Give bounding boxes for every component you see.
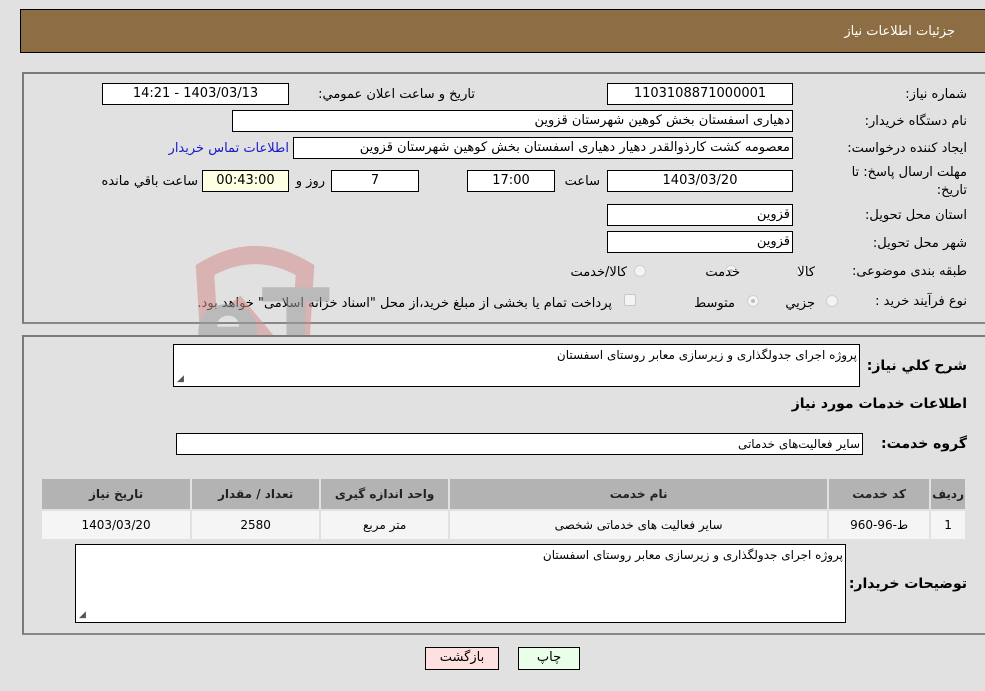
cell-quantity: 2580 [190, 509, 322, 541]
description-text: پروژه اجرای جدولگذاری و زیرسازی معابر رو… [556, 348, 857, 362]
city-label: شهر محل تحويل: [872, 236, 967, 251]
deadline-label: مهلت ارسال پاسخ: تا تاريخ: [851, 165, 967, 198]
days-label: روز و [295, 174, 325, 189]
cell-unit: متر مربع [319, 509, 451, 541]
description-textarea[interactable]: پروژه اجرای جدولگذاری و زیرسازی معابر رو… [173, 344, 860, 387]
province-label: استان محل تحويل: [865, 208, 967, 223]
resize-grip-icon[interactable]: ◢ [177, 374, 184, 384]
table-row: 1 ط-96-960 ساير فعاليت هاى خدماتى شخصى م… [39, 509, 967, 541]
print-button[interactable]: چاپ [518, 647, 580, 670]
treasury-checkbox[interactable] [624, 294, 636, 306]
buyer-notes-text: پروژه اجرای جدولگذاری و زیرسازی معابر رو… [542, 548, 843, 562]
buyer-notes-label: توضيحات خريدار: [848, 576, 967, 592]
purchase-type-label: نوع فرآيند خريد : [875, 294, 967, 309]
category-option-goods-service: کالا/خدمت [570, 265, 627, 280]
remaining-days-field[interactable]: 7 [331, 170, 419, 192]
services-section-title: اطلاعات خدمات مورد نياز [791, 396, 967, 412]
col-need-date: تاريخ نياز [39, 477, 193, 511]
page-header: جزئيات اطلاعات نياز [20, 9, 985, 53]
need-number-label: شماره نياز: [905, 87, 967, 102]
page-title: جزئيات اطلاعات نياز [844, 24, 955, 39]
deadline-time-field[interactable]: 17:00 [467, 170, 555, 192]
col-quantity: تعداد / مقدار [190, 477, 322, 511]
col-unit: واحد اندازه گيری [319, 477, 451, 511]
purchase-radio-minor[interactable] [826, 295, 838, 307]
buyer-org-field[interactable]: دهیاری اسفستان بخش کوهین شهرستان قزوین [232, 110, 793, 132]
cell-service-code: ط-96-960 [827, 509, 932, 541]
treasury-note: پرداخت تمام يا بخشی از مبلغ خريد،از محل … [197, 296, 612, 311]
deadline-time-label: ساعت [564, 174, 600, 189]
remaining-time-label: ساعت باقي مانده [101, 174, 198, 189]
back-button[interactable]: بازگشت [425, 647, 499, 670]
requester-field[interactable]: معصومه کشت کارذوالقدر دهیار دهیاری اسفست… [293, 137, 793, 159]
category-option-service: خدمت [705, 265, 740, 280]
need-number-field[interactable]: 1103108871000001 [607, 83, 793, 105]
city-field[interactable]: قزوين [607, 231, 793, 253]
services-table-header: رديف کد خدمت نام خدمت واحد اندازه گيری ت… [39, 477, 967, 511]
col-row-number: رديف [929, 477, 967, 511]
category-radio-goods-service[interactable] [634, 265, 646, 277]
announce-datetime-label: تاريخ و ساعت اعلان عمومي: [318, 87, 475, 102]
purchase-option-minor: جزيي [785, 296, 815, 311]
resize-grip-icon[interactable]: ◢ [79, 610, 86, 620]
remaining-time-field[interactable]: 00:43:00 [202, 170, 289, 192]
cell-row-number: 1 [929, 509, 967, 541]
category-option-goods: کالا [797, 265, 815, 280]
service-group-label: گروه خدمت: [881, 436, 967, 452]
buyer-org-label: نام دستگاه خريدار: [864, 114, 967, 129]
purchase-option-medium: متوسط [694, 296, 735, 311]
category-label: طبقه بندی موضوعی: [851, 264, 967, 279]
requester-label: ايجاد كننده درخواست: [847, 141, 967, 156]
purchase-radio-medium[interactable] [747, 295, 759, 307]
service-group-field[interactable]: ساير فعاليت‌هاى خدماتى [176, 433, 863, 455]
announce-datetime-field[interactable]: 1403/03/13 - 14:21 [102, 83, 289, 105]
col-service-name: نام خدمت [448, 477, 830, 511]
cell-need-date: 1403/03/20 [39, 509, 193, 541]
description-label: شرح کلي نياز: [866, 358, 967, 374]
deadline-date-field[interactable]: 1403/03/20 [607, 170, 793, 192]
province-field[interactable]: قزوين [607, 204, 793, 226]
buyer-notes-textarea[interactable]: پروژه اجرای جدولگذاری و زیرسازی معابر رو… [75, 544, 846, 623]
cell-service-name: ساير فعاليت هاى خدماتى شخصى [448, 509, 830, 541]
services-table: رديف کد خدمت نام خدمت واحد اندازه گيری ت… [39, 477, 967, 541]
col-service-code: کد خدمت [827, 477, 932, 511]
buyer-contact-link[interactable]: اطلاعات تماس خريدار [169, 141, 289, 156]
